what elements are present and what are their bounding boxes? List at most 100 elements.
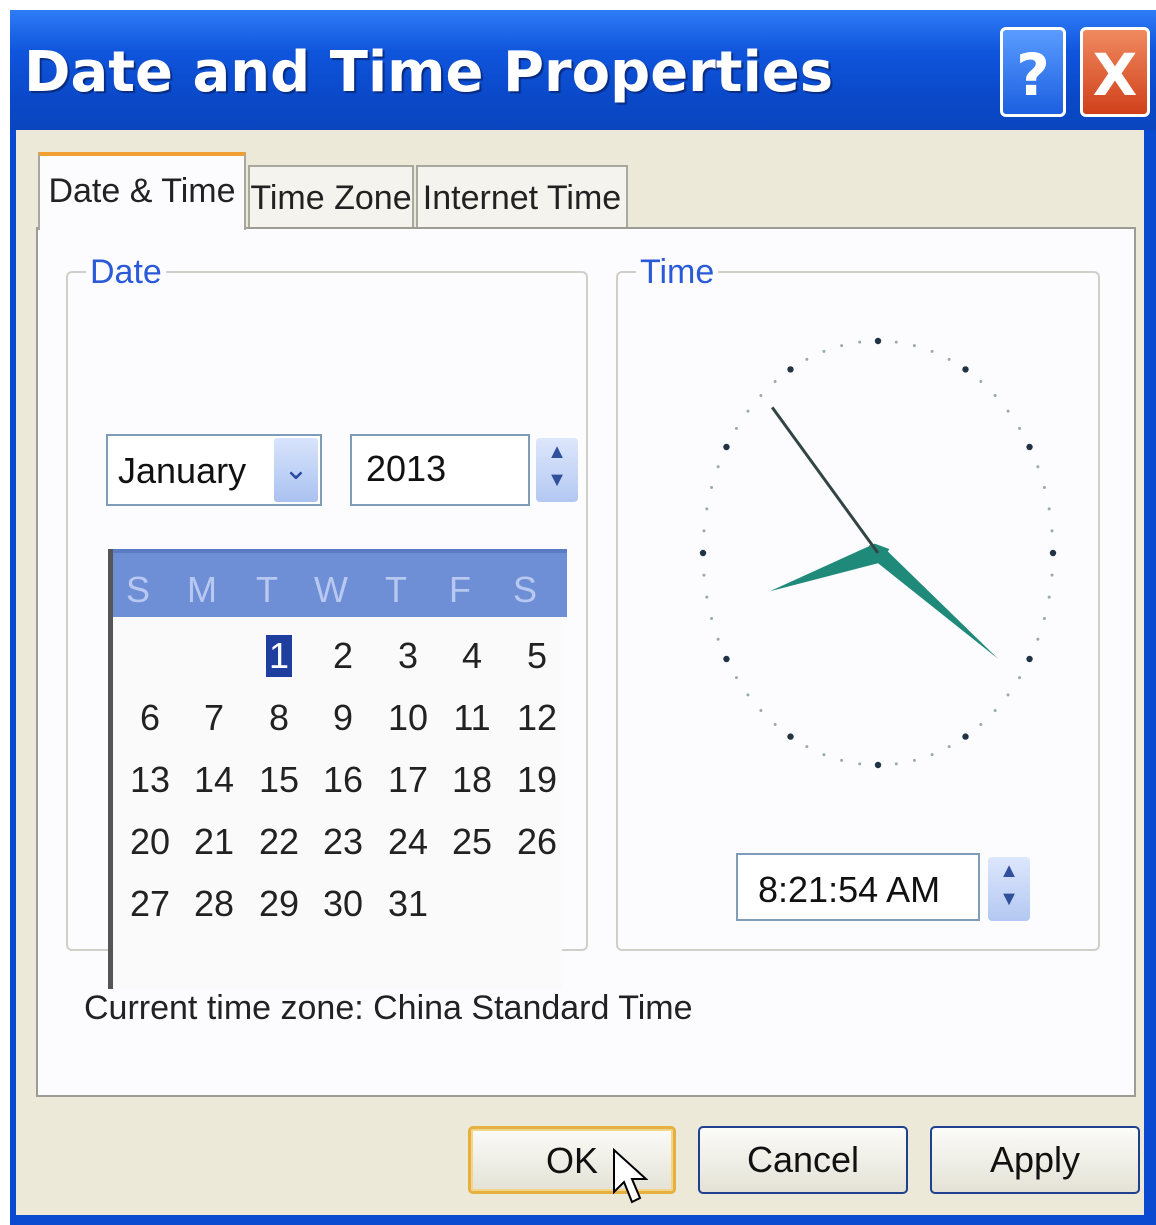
calendar-day[interactable]: 30 (318, 883, 368, 925)
year-spinner[interactable]: ▲ ▼ (536, 438, 578, 502)
calendar-day[interactable]: 28 (189, 883, 239, 925)
calendar-day[interactable]: 27 (125, 883, 175, 925)
minute-tick (894, 762, 898, 766)
minute-tick (1050, 529, 1054, 533)
minute-tick (894, 340, 898, 344)
analog-clock (699, 337, 1057, 769)
minute-tick (822, 349, 826, 353)
minute-tick (1036, 465, 1040, 469)
minute-tick (746, 409, 750, 413)
calendar-day[interactable]: 25 (447, 821, 497, 863)
weekday-thu: T (385, 569, 407, 610)
weekday-sat: S (512, 569, 537, 610)
minute-tick (1006, 409, 1010, 413)
calendar-day[interactable]: 3 (383, 635, 433, 677)
calendar-day[interactable]: 13 (125, 759, 175, 801)
minute-tick (734, 676, 738, 680)
help-button[interactable]: ? (1000, 27, 1066, 117)
year-value: 2013 (366, 448, 447, 489)
calendar-day[interactable]: 17 (383, 759, 433, 801)
minute-tick (773, 379, 777, 383)
minute-tick (805, 357, 809, 361)
month-select[interactable]: January ⌄ (106, 434, 322, 506)
minute-tick (979, 723, 983, 727)
calendar-day[interactable]: 29 (254, 883, 304, 925)
spin-down-icon[interactable]: ▼ (536, 466, 578, 494)
calendar-day[interactable]: 21 (189, 821, 239, 863)
minute-tick (1018, 676, 1022, 680)
tab-time-zone[interactable]: Time Zone (248, 165, 414, 227)
calendar-day[interactable]: 5 (512, 635, 562, 677)
timezone-value: China Standard Time (373, 989, 693, 1027)
cancel-button[interactable]: Cancel (698, 1126, 908, 1194)
calendar-day[interactable]: 9 (318, 697, 368, 739)
minute-tick (705, 507, 709, 511)
time-input[interactable]: 8:21:54 AM (736, 853, 980, 921)
calendar-day[interactable]: 26 (512, 821, 562, 863)
minute-tick (840, 758, 844, 762)
calendar-day[interactable]: 23 (318, 821, 368, 863)
minute-tick (840, 344, 844, 348)
minute-tick (805, 745, 809, 749)
minute-tick (746, 693, 750, 697)
minute-tick (716, 465, 720, 469)
calendar-day[interactable]: 12 (512, 697, 562, 739)
title-bar[interactable]: Date and Time Properties ? X (10, 10, 1156, 130)
calendar-day[interactable]: 14 (189, 759, 239, 801)
dialog-client: Date & Time Time Zone Internet Time Date… (16, 130, 1144, 1215)
spin-down-icon[interactable]: ▼ (988, 885, 1030, 913)
minute-tick (734, 426, 738, 430)
date-time-window: Date and Time Properties ? X Date & Time… (10, 10, 1156, 1225)
calendar-day[interactable]: 10 (383, 697, 433, 739)
minute-tick (702, 573, 706, 577)
minute-tick (705, 595, 709, 599)
hour-tick (1026, 443, 1033, 451)
minute-tick (1047, 595, 1051, 599)
calendar-day[interactable]: 8 (254, 697, 304, 739)
weekday-mon: M (187, 569, 217, 610)
minute-tick (710, 617, 714, 621)
window-title: Date and Time Properties (24, 40, 834, 105)
calendar-day[interactable]: 31 (383, 883, 433, 925)
calendar-day[interactable]: 22 (254, 821, 304, 863)
calendar-day[interactable]: 20 (125, 821, 175, 863)
weekday-tue: T (256, 569, 278, 610)
hour-tick (723, 443, 730, 451)
chevron-down-icon[interactable]: ⌄ (274, 438, 318, 502)
calendar-day[interactable]: 19 (512, 759, 562, 801)
tab-date-time[interactable]: Date & Time (38, 152, 246, 230)
minute-tick (930, 349, 934, 353)
minute-tick (1042, 617, 1046, 621)
date-group-label: Date (86, 253, 166, 292)
apply-button[interactable]: Apply (930, 1126, 1140, 1194)
calendar-day[interactable]: 7 (189, 697, 239, 739)
time-group: Time 8:21:54 AM ▲ ▼ (616, 253, 1100, 951)
hour-tick (962, 366, 969, 373)
weekday-fri: F (449, 569, 471, 610)
calendar-day[interactable]: 4 (447, 635, 497, 677)
minute-tick (1006, 693, 1010, 697)
calendar-day[interactable]: 11 (447, 697, 497, 739)
close-button[interactable]: X (1080, 27, 1150, 117)
calendar-day[interactable]: 1 (266, 635, 292, 677)
calendar-day[interactable]: 15 (254, 759, 304, 801)
calendar-day[interactable]: 2 (318, 635, 368, 677)
calendar-day[interactable]: 16 (318, 759, 368, 801)
year-input[interactable]: 2013 (350, 434, 530, 506)
minute-tick (947, 357, 951, 361)
tab-internet-time[interactable]: Internet Time (416, 165, 628, 227)
minute-tick (702, 529, 706, 533)
calendar-day[interactable]: 18 (447, 759, 497, 801)
minute-tick (1042, 485, 1046, 489)
minute-tick (773, 723, 777, 727)
minute-tick (858, 762, 862, 766)
time-spinner[interactable]: ▲ ▼ (988, 857, 1030, 921)
spin-up-icon[interactable]: ▲ (536, 438, 578, 466)
calendar-day[interactable]: 6 (125, 697, 175, 739)
minute-tick (1047, 507, 1051, 511)
calendar-day[interactable]: 24 (383, 821, 433, 863)
calendar-grid: S M T W T F S 1 2 3 4 5 6 7 8 9 10 11 12 13 14 15 16 17 1… (108, 549, 567, 989)
time-value: 8:21:54 AM (758, 869, 941, 910)
hour-tick (699, 549, 707, 557)
spin-up-icon[interactable]: ▲ (988, 857, 1030, 885)
